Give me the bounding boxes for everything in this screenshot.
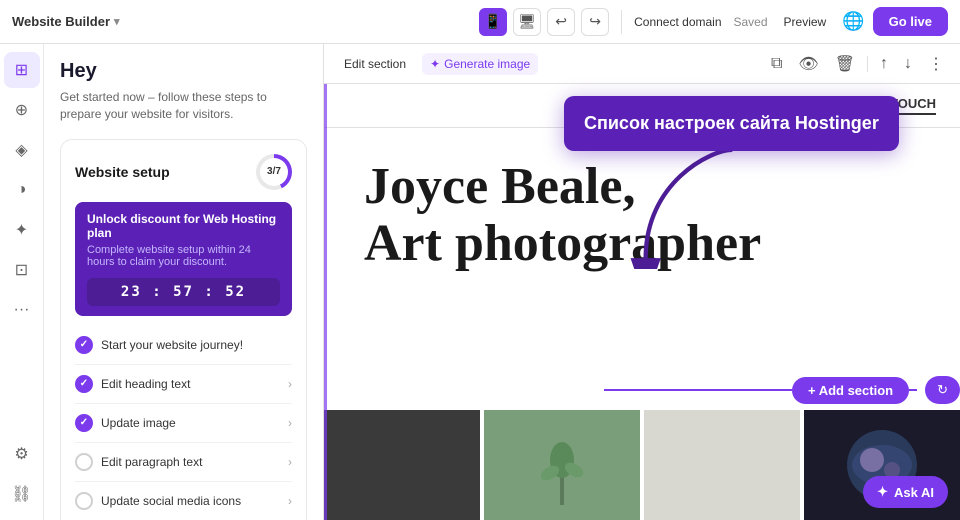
add-section-label: + Add section xyxy=(808,383,893,398)
sidebar-icon-ai[interactable]: ✦ xyxy=(4,212,40,248)
chevron-right-icon: › xyxy=(288,416,292,430)
generate-image-button[interactable]: ✦ Generate image xyxy=(422,53,538,75)
gallery-item xyxy=(324,410,480,520)
go-live-button[interactable]: Go live xyxy=(873,7,948,36)
add-section-button[interactable]: + Add section xyxy=(792,377,909,404)
desktop-icon[interactable]: 🖥 xyxy=(513,8,541,36)
check-done-icon xyxy=(75,336,93,354)
setup-progress-label: 3/7 xyxy=(267,166,281,177)
redo-icon[interactable]: ↪ xyxy=(581,8,609,36)
check-label: Update social media icons xyxy=(101,494,241,508)
setup-card: Website setup 3/7 Unlock discount for We… xyxy=(60,139,307,520)
connect-domain-button[interactable]: Connect domain xyxy=(634,15,721,29)
check-empty-icon xyxy=(75,453,93,471)
sidebar-icon-layers[interactable]: ◈ xyxy=(4,132,40,168)
sidebar-icon-more[interactable]: ··· xyxy=(4,292,40,328)
check-done-icon xyxy=(75,375,93,393)
list-item[interactable]: Update social media icons › xyxy=(75,482,292,520)
gallery-item xyxy=(484,410,640,520)
sidebar-icon-settings[interactable]: ⚙ xyxy=(4,436,40,472)
sidebar-icon-theme[interactable]: ◑ xyxy=(4,172,40,208)
nav-get-in-touch[interactable]: GET IN TOUCH xyxy=(843,96,936,115)
star-icon: ✦ xyxy=(430,57,440,71)
gallery-strip xyxy=(324,410,960,520)
generate-label: Generate image xyxy=(444,57,530,71)
more-options-icon[interactable]: ⋮ xyxy=(924,50,948,78)
chevron-right-icon: › xyxy=(288,377,292,391)
hero-title-line1: Joyce Beale, xyxy=(364,158,635,215)
hero-title: Joyce Beale, Art photographer xyxy=(364,158,920,272)
check-label: Edit paragraph text xyxy=(101,455,202,469)
add-section-right-button[interactable]: ↻ xyxy=(925,376,960,404)
brand-label: Website Builder xyxy=(12,14,110,29)
device-mobile-icon[interactable]: 📱 xyxy=(479,8,507,36)
sidebar-icon-connect[interactable]: ⛓ xyxy=(4,476,40,512)
setup-progress-ring: 3/7 xyxy=(256,154,292,190)
main-layout: ⊞ ⊕ ◈ ◑ ✦ ⊡ ··· ⚙ ⛓ Hey Get started now … xyxy=(0,44,960,520)
edit-toolbar: Edit section ✦ Generate image ⧉ 👁 🗑 ↑ ↓ … xyxy=(324,44,960,84)
copy-icon[interactable]: ⧉ xyxy=(767,51,786,77)
check-empty-icon xyxy=(75,492,93,510)
brand-chevron-icon: ▾ xyxy=(114,15,120,28)
checklist: Start your website journey! Edit heading… xyxy=(75,326,292,520)
preview-icon[interactable]: 👁 xyxy=(794,50,822,78)
discount-banner: Unlock discount for Web Hosting plan Com… xyxy=(75,202,292,316)
undo-icon[interactable]: ↩ xyxy=(547,8,575,36)
canvas-area: Edit section ✦ Generate image ⧉ 👁 🗑 ↑ ↓ … xyxy=(324,44,960,520)
panel-subtitle: Get started now – follow these steps to … xyxy=(60,89,307,123)
list-item[interactable]: Start your website journey! xyxy=(75,326,292,365)
sidebar-icon-shop[interactable]: ⊡ xyxy=(4,252,40,288)
gallery-item xyxy=(644,410,800,520)
edit-section-button[interactable]: Edit section xyxy=(336,53,414,75)
move-down-icon[interactable]: ↓ xyxy=(900,51,916,77)
ask-ai-label: Ask AI xyxy=(894,485,934,500)
check-label: Start your website journey! xyxy=(101,338,243,352)
ask-ai-button[interactable]: ✦ Ask AI xyxy=(863,476,948,508)
preview-nav: MY WORKS GET IN TOUCH xyxy=(324,84,960,128)
check-label: Update image xyxy=(101,416,176,430)
toolbar-separator xyxy=(867,56,868,72)
saved-status: Saved xyxy=(734,15,768,29)
sidebar-icon-add[interactable]: ⊕ xyxy=(4,92,40,128)
preview-button[interactable]: Preview xyxy=(776,15,835,29)
topbar: Website Builder ▾ 📱 🖥 ↩ ↪ Connect domain… xyxy=(0,0,960,44)
hero-title-line2: Art photographer xyxy=(364,215,761,272)
chevron-right-icon: › xyxy=(288,455,292,469)
hero-section: Joyce Beale, Art photographer xyxy=(324,128,960,292)
brand[interactable]: Website Builder ▾ xyxy=(12,14,120,29)
check-done-icon xyxy=(75,414,93,432)
setup-card-header: Website setup 3/7 xyxy=(75,154,292,190)
nav-my-works[interactable]: MY WORKS xyxy=(747,98,819,113)
divider xyxy=(621,10,622,34)
check-label: Edit heading text xyxy=(101,377,190,391)
setup-card-title: Website setup xyxy=(75,164,170,180)
chevron-right-icon: › xyxy=(288,494,292,508)
list-item[interactable]: Edit paragraph text › xyxy=(75,443,292,482)
panel-hey-title: Hey xyxy=(60,60,307,83)
delete-icon[interactable]: 🗑 xyxy=(831,50,859,78)
sidebar-icons: ⊞ ⊕ ◈ ◑ ✦ ⊡ ··· ⚙ ⛓ xyxy=(0,44,44,520)
setup-panel: Hey Get started now – follow these steps… xyxy=(44,44,324,520)
sidebar-icon-pages[interactable]: ⊞ xyxy=(4,52,40,88)
topbar-icons: 📱 🖥 ↩ ↪ xyxy=(479,8,609,36)
list-item[interactable]: Update image › xyxy=(75,404,292,443)
move-up-icon[interactable]: ↑ xyxy=(876,51,892,77)
globe-icon[interactable]: 🌐 xyxy=(842,11,864,32)
website-preview: MY WORKS GET IN TOUCH Joyce Beale, Art p… xyxy=(324,84,960,520)
discount-subtitle: Complete website setup within 24 hours t… xyxy=(87,244,280,268)
countdown-timer: 23 : 57 : 52 xyxy=(87,278,280,306)
list-item[interactable]: Edit heading text › xyxy=(75,365,292,404)
discount-title: Unlock discount for Web Hosting plan xyxy=(87,212,280,240)
ask-ai-icon: ✦ xyxy=(877,484,888,500)
